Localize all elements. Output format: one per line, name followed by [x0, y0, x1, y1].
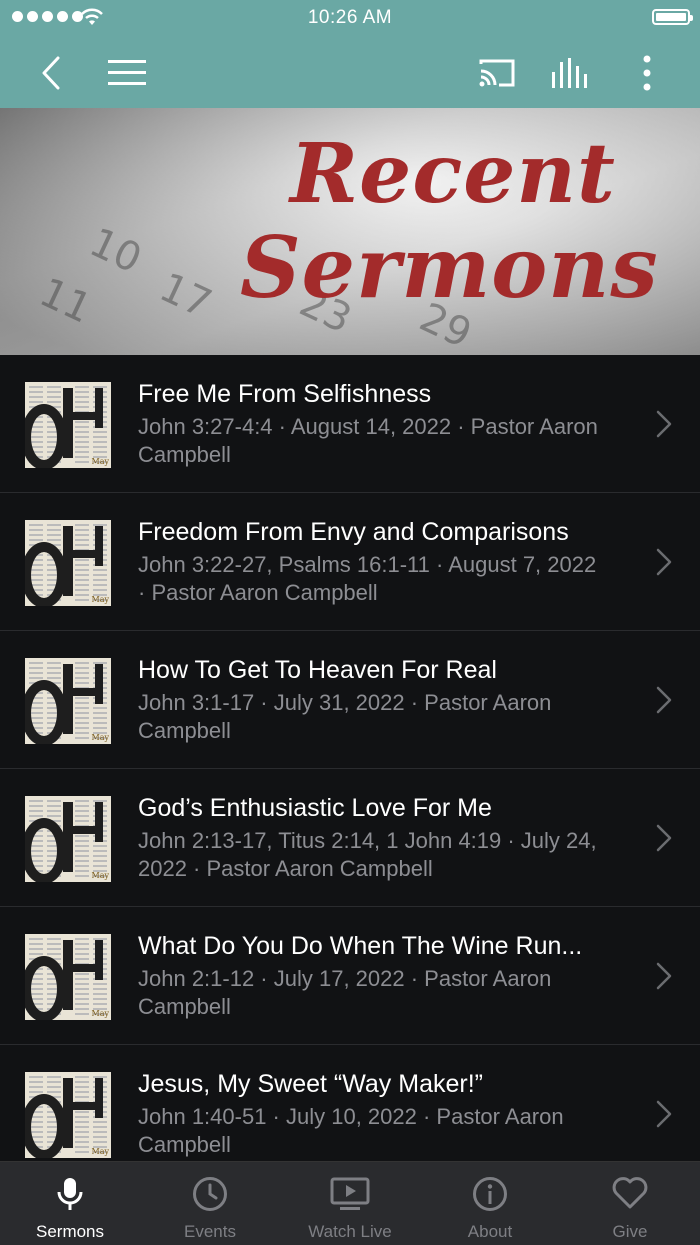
tab-about[interactable]: About [420, 1162, 560, 1245]
chevron-right-icon [656, 824, 672, 852]
chevron-right-icon [656, 686, 672, 714]
tab-bar: Sermons Events Watch Live About Give [0, 1161, 700, 1245]
sermon-thumbnail: May [25, 1072, 111, 1158]
equalizer-icon [552, 58, 587, 88]
banner-title-line1: Recent [290, 126, 616, 222]
sermon-thumbnail: May [25, 520, 111, 606]
menu-button[interactable] [104, 50, 150, 96]
tab-give[interactable]: Give [560, 1162, 700, 1245]
sermon-list: May Free Me From Selfishness John 3:27-4… [0, 355, 700, 1161]
chevron-right-icon [656, 962, 672, 990]
tab-label: Sermons [35, 1222, 105, 1241]
heart-icon [612, 1177, 648, 1209]
status-bar: 10:26 AM [0, 0, 700, 36]
tab-label: About [467, 1222, 513, 1241]
sermon-title: Freedom From Envy and Comparisons [138, 518, 569, 546]
more-vertical-icon [643, 55, 651, 91]
sermon-list-item[interactable]: May Jesus, My Sweet “Way Maker!” John 1:… [0, 1045, 700, 1161]
sermon-details: John 2:1-12 · July 17, 2022 · Pastor Aar… [138, 966, 552, 1019]
microphone-icon [57, 1178, 83, 1210]
more-options-button[interactable] [624, 50, 670, 96]
tab-events[interactable]: Events [140, 1162, 280, 1245]
recent-sermons-banner: 10 11 17 23 29 Recent Sermons [0, 108, 700, 355]
tab-sermons[interactable]: Sermons [0, 1162, 140, 1245]
hamburger-menu-icon [108, 60, 146, 85]
battery-icon [652, 9, 693, 25]
sermon-details: John 2:13-17, Titus 2:14, 1 John 4:19 · … [138, 828, 597, 881]
info-icon [473, 1177, 507, 1211]
sermon-list-item[interactable]: May How To Get To Heaven For Real John 3… [0, 631, 700, 769]
sermon-list-item[interactable]: May God’s Enthusiastic Love For Me John … [0, 769, 700, 907]
tab-watch-live[interactable]: Watch Live [280, 1162, 420, 1245]
status-time: 10:26 AM [307, 7, 393, 28]
sermon-list-item[interactable]: May Freedom From Envy and Comparisons Jo… [0, 493, 700, 631]
chevron-right-icon [656, 1100, 672, 1128]
sermon-list-item[interactable]: May Free Me From Selfishness John 3:27-4… [0, 355, 700, 493]
chevron-right-icon [656, 548, 672, 576]
tv-play-icon [330, 1177, 370, 1210]
chevron-right-icon [656, 410, 672, 438]
sermon-thumbnail: May [25, 382, 111, 468]
sermon-thumbnail: May [25, 934, 111, 1020]
sermon-details: John 1:40-51 · July 10, 2022 · Pastor Aa… [138, 1104, 564, 1157]
tab-label: Events [184, 1222, 236, 1241]
sermon-title: God’s Enthusiastic Love For Me [138, 794, 492, 822]
sermon-details: John 3:22-27, Psalms 16:1-11 · August 7,… [138, 552, 597, 605]
back-button[interactable] [28, 50, 74, 96]
sermon-details: John 3:1-17 · July 31, 2022 · Pastor Aar… [138, 690, 552, 743]
sermon-thumbnail: May [25, 658, 111, 744]
cast-icon [479, 59, 515, 87]
banner-title-line2: Sermons [240, 218, 659, 317]
tab-label: Give [612, 1222, 648, 1241]
sermon-title: How To Get To Heaven For Real [138, 656, 497, 684]
tab-label: Watch Live [308, 1222, 392, 1241]
equalizer-button[interactable] [548, 50, 594, 96]
nav-bar [0, 36, 700, 108]
sermon-thumbnail: May [25, 796, 111, 882]
cast-button[interactable] [474, 50, 520, 96]
clock-icon [193, 1177, 227, 1211]
sermon-title: Free Me From Selfishness [138, 380, 432, 408]
sermon-title: What Do You Do When The Wine Run... [138, 932, 583, 960]
sermon-title: Jesus, My Sweet “Way Maker!” [138, 1070, 483, 1098]
chevron-left-icon [42, 56, 60, 90]
sermon-list-item[interactable]: May What Do You Do When The Wine Run... … [0, 907, 700, 1045]
sermon-details: John 3:27-4:4 · August 14, 2022 · Pastor… [138, 414, 598, 467]
